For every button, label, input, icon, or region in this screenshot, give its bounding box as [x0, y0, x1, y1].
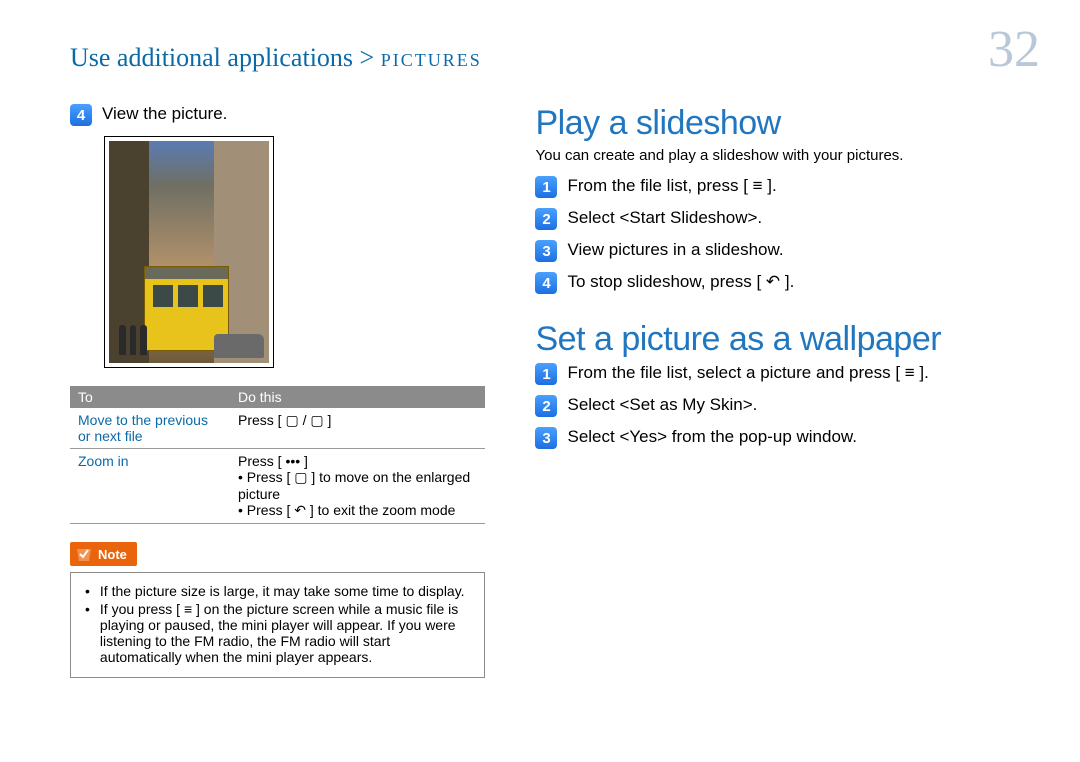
page-number: 32 — [988, 20, 1040, 79]
step-number-icon: 2 — [535, 208, 557, 230]
row2-line1: Press [ ••• ] — [238, 453, 477, 469]
step-number-icon: 3 — [535, 427, 557, 449]
table-header-to: To — [70, 386, 230, 408]
step-text: Select <Set as My Skin>. — [567, 395, 757, 415]
note-bullet-2: If you press [ ≡ ] on the picture screen… — [100, 601, 471, 665]
step-number-icon: 1 — [535, 363, 557, 385]
note-badge: Note — [70, 542, 137, 566]
right-column: Play a slideshow You can create and play… — [535, 104, 1040, 678]
step-text: Select <Start Slideshow>. — [567, 208, 762, 228]
picture-preview-image — [109, 141, 269, 363]
slideshow-step-4: 4 To stop slideshow, press [ ↶ ]. — [535, 272, 1040, 294]
step-number-icon: 4 — [535, 272, 557, 294]
controls-table: To Do this Move to the previous or next … — [70, 386, 485, 524]
step-text: From the file list, press [ ≡ ]. — [567, 176, 776, 196]
slideshow-step-1: 1 From the file list, press [ ≡ ]. — [535, 176, 1040, 198]
slideshow-intro: You can create and play a slideshow with… — [535, 147, 1040, 164]
row2-bullet-1: Press [ ▢ ] to move on the enlarged pict… — [238, 469, 477, 502]
wallpaper-step-1: 1 From the file list, select a picture a… — [535, 363, 1040, 385]
slideshow-step-3: 3 View pictures in a slideshow. — [535, 240, 1040, 262]
row1-instruction: Press [ ▢ / ▢ ] — [230, 408, 485, 449]
page-header: Use additional applications > PICTURES 3… — [70, 20, 1040, 79]
note-label-text: Note — [98, 547, 127, 562]
step-4-view-picture: 4 View the picture. — [70, 104, 485, 126]
table-header-do: Do this — [230, 386, 485, 408]
table-row: Zoom in Press [ ••• ] Press [ ▢ ] to mov… — [70, 449, 485, 524]
note-check-icon — [74, 544, 94, 564]
breadcrumb: Use additional applications > PICTURES — [70, 43, 482, 73]
step-number-icon: 3 — [535, 240, 557, 262]
step-text: To stop slideshow, press [ ↶ ]. — [567, 272, 794, 292]
wallpaper-step-3: 3 Select <Yes> from the pop-up window. — [535, 427, 1040, 449]
row2-instruction: Press [ ••• ] Press [ ▢ ] to move on the… — [230, 449, 485, 524]
breadcrumb-sub: PICTURES — [381, 50, 482, 70]
table-row: Move to the previous or next file Press … — [70, 408, 485, 449]
section-slideshow: Play a slideshow You can create and play… — [535, 104, 1040, 294]
slideshow-step-2: 2 Select <Start Slideshow>. — [535, 208, 1040, 230]
heading-set-wallpaper: Set a picture as a wallpaper — [535, 320, 1040, 359]
step-text: View pictures in a slideshow. — [567, 240, 783, 260]
step-text: From the file list, select a picture and… — [567, 363, 928, 383]
row1-action: Move to the previous or next file — [70, 408, 230, 449]
picture-preview-frame — [104, 136, 274, 368]
heading-play-slideshow: Play a slideshow — [535, 104, 1040, 143]
note-box: If the picture size is large, it may tak… — [70, 572, 485, 678]
left-column: 4 View the picture. To Do this — [70, 104, 485, 678]
step-number-icon: 1 — [535, 176, 557, 198]
wallpaper-step-2: 2 Select <Set as My Skin>. — [535, 395, 1040, 417]
row2-bullet-2: Press [ ↶ ] to exit the zoom mode — [238, 502, 477, 519]
step-text: View the picture. — [102, 104, 227, 124]
note-bullet-1: If the picture size is large, it may tak… — [100, 583, 465, 599]
section-wallpaper: Set a picture as a wallpaper 1 From the … — [535, 320, 1040, 449]
content-columns: 4 View the picture. To Do this — [70, 104, 1040, 678]
breadcrumb-main: Use additional applications > — [70, 43, 381, 72]
row2-action: Zoom in — [70, 449, 230, 524]
step-text: Select <Yes> from the pop-up window. — [567, 427, 857, 447]
step-number-icon: 4 — [70, 104, 92, 126]
step-number-icon: 2 — [535, 395, 557, 417]
